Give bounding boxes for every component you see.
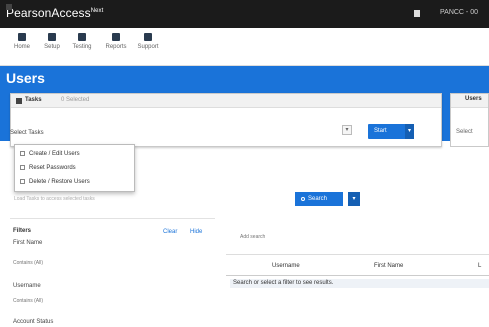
brand-sup: Next bbox=[90, 8, 104, 14]
nav-reports[interactable]: Reports bbox=[98, 33, 134, 50]
account-status-label: Account Status bbox=[13, 319, 54, 325]
search-icon bbox=[301, 197, 305, 201]
nav-support[interactable]: Support bbox=[130, 33, 166, 50]
reports-icon bbox=[112, 33, 120, 41]
option-label: Reset Passwords bbox=[29, 165, 76, 171]
tasks-label: Tasks bbox=[25, 97, 42, 103]
nav-testing-label: Testing bbox=[72, 44, 92, 50]
tasks-dropdown-menu: Create / Edit Users Reset Passwords Dele… bbox=[14, 144, 135, 192]
testing-icon bbox=[78, 33, 86, 41]
divider bbox=[226, 254, 489, 255]
brand-name: PearsonAccess bbox=[6, 6, 91, 20]
users-panel-icon bbox=[6, 4, 12, 10]
first-name-label: First Name bbox=[13, 240, 43, 246]
option-delete-restore-users[interactable]: Delete / Restore Users bbox=[20, 179, 90, 185]
search-button-label: Search bbox=[308, 196, 328, 202]
divider bbox=[226, 275, 489, 276]
username-input[interactable] bbox=[13, 296, 83, 306]
option-create-edit-users[interactable]: Create / Edit Users bbox=[20, 151, 80, 157]
nav-setup-label: Setup bbox=[44, 44, 60, 50]
nav-reports-label: Reports bbox=[105, 44, 127, 50]
option-reset-passwords[interactable]: Reset Passwords bbox=[20, 165, 76, 171]
tasks-icon bbox=[16, 98, 22, 104]
option-label: Create / Edit Users bbox=[29, 151, 80, 157]
nav-support-label: Support bbox=[137, 44, 159, 50]
main-nav: Home Setup Testing Reports Support bbox=[0, 28, 489, 66]
checkbox[interactable] bbox=[20, 151, 25, 156]
tasks-count: 0 Selected bbox=[61, 97, 90, 103]
chevron-down-icon[interactable]: ▾ bbox=[342, 125, 352, 135]
select-tasks-dropdown[interactable]: Select Tasks bbox=[10, 130, 44, 136]
start-dropdown-toggle[interactable]: ▾ bbox=[405, 124, 414, 139]
user-menu[interactable]: PANCC - 00 bbox=[440, 9, 478, 16]
column-header-last-name[interactable]: L bbox=[478, 263, 481, 269]
nav-home-label: Home bbox=[13, 44, 30, 50]
empty-results-message: Search or select a filter to see results… bbox=[230, 279, 489, 288]
column-header-username[interactable]: Username bbox=[272, 263, 300, 269]
users-side-panel-select[interactable]: Select bbox=[456, 129, 473, 135]
page-title: Users bbox=[6, 70, 45, 86]
home-icon bbox=[18, 33, 26, 41]
tasks-helper-text: Load Tasks to access selected tasks bbox=[14, 196, 95, 202]
filters-panel bbox=[10, 218, 215, 327]
results-search-input[interactable] bbox=[240, 232, 360, 242]
nav-testing[interactable]: Testing bbox=[64, 33, 100, 50]
clear-filters-link[interactable]: Clear bbox=[163, 229, 177, 235]
support-icon bbox=[144, 33, 152, 41]
flag-icon[interactable] bbox=[414, 10, 420, 17]
option-label: Delete / Restore Users bbox=[29, 179, 90, 185]
checkbox[interactable] bbox=[20, 165, 25, 170]
brand-logo[interactable]: PearsonAccessNext bbox=[6, 6, 103, 20]
username-label: Username bbox=[13, 283, 41, 289]
top-bar: PearsonAccessNext PANCC - 00 bbox=[0, 0, 489, 28]
setup-icon bbox=[48, 33, 56, 41]
search-button[interactable]: Search bbox=[295, 192, 343, 206]
users-side-panel-title: Users bbox=[465, 96, 482, 102]
checkbox[interactable] bbox=[20, 179, 25, 184]
tasks-panel-header: Tasks 0 Selected bbox=[11, 94, 441, 108]
search-dropdown-toggle[interactable]: ▾ bbox=[348, 192, 360, 206]
hide-filters-link[interactable]: Hide bbox=[190, 229, 202, 235]
filters-title: Filters bbox=[13, 228, 32, 234]
column-header-first-name[interactable]: First Name bbox=[374, 263, 403, 269]
first-name-input[interactable] bbox=[13, 258, 83, 268]
